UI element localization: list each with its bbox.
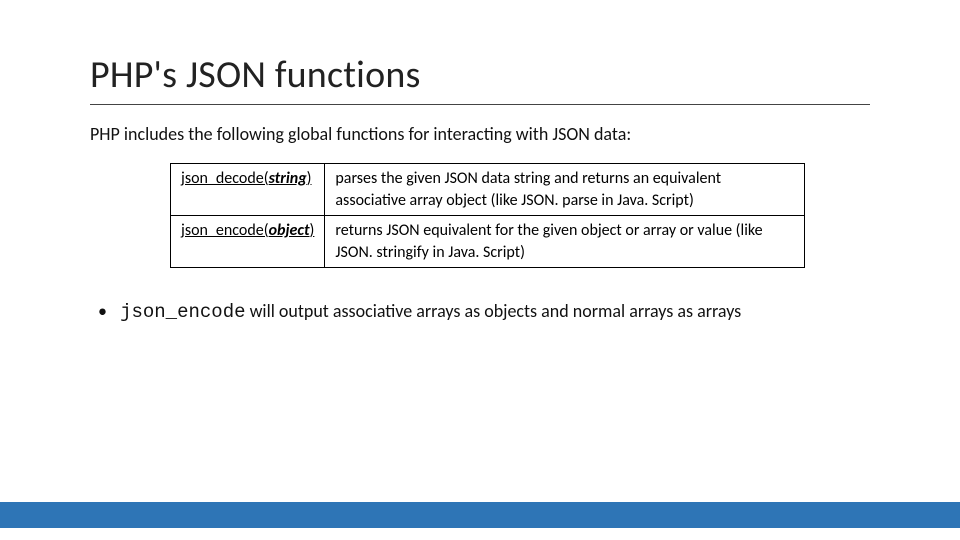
fn-suffix: ) (310, 221, 315, 240)
fn-suffix: ) (307, 169, 312, 188)
function-name-cell: json_encode(object) (171, 216, 325, 268)
bullet-code: json_encode (120, 301, 245, 323)
fn-arg: string (269, 169, 307, 188)
table-row: json_decode(string) parses the given JSO… (171, 164, 805, 216)
bullet-note: • json_encode will output associative ar… (90, 300, 870, 323)
function-desc-cell: returns JSON equivalent for the given ob… (325, 216, 805, 268)
bullet-dot: • (98, 300, 116, 322)
fn-prefix: json_decode( (181, 169, 269, 188)
page-title: PHP's JSON functions (90, 52, 870, 105)
intro-text: PHP includes the following global functi… (90, 123, 870, 145)
slide-content: PHP's JSON functions PHP includes the fo… (0, 0, 960, 323)
function-desc-cell: parses the given JSON data string and re… (325, 164, 805, 216)
functions-table: json_decode(string) parses the given JSO… (170, 163, 805, 268)
function-name-cell: json_decode(string) (171, 164, 325, 216)
fn-arg: object (269, 221, 310, 240)
footer-bar (0, 502, 960, 528)
bullet-rest: will output associative arrays as object… (246, 300, 742, 322)
fn-prefix: json_encode( (181, 221, 269, 240)
table-row: json_encode(object) returns JSON equival… (171, 216, 805, 268)
